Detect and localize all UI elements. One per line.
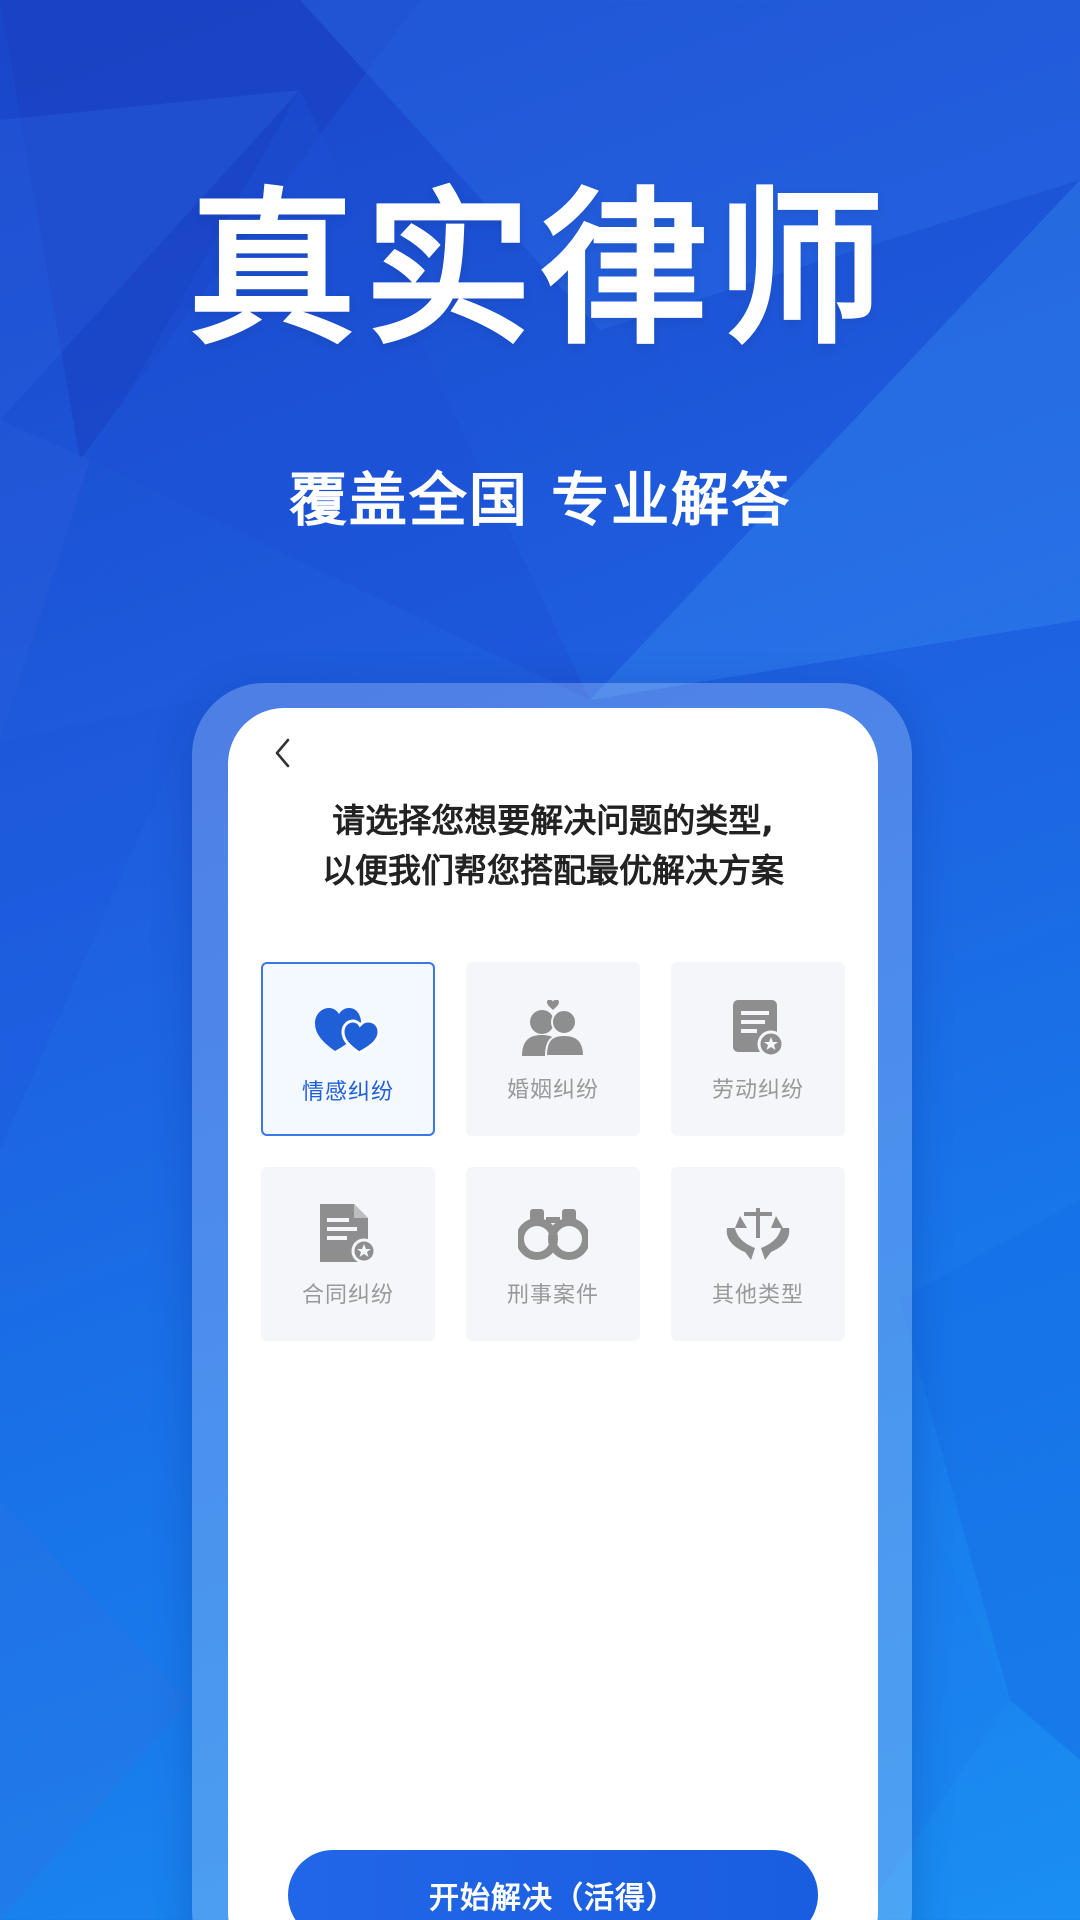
category-label: 刑事案件 <box>506 1283 599 1308</box>
category-label: 合同纠纷 <box>301 1283 394 1308</box>
category-card-emotional[interactable]: 情感纠纷 <box>261 962 435 1136</box>
prompt-line-2: 以便我们帮您搭配最优解决方案 <box>322 851 784 890</box>
category-label: 其他类型 <box>711 1283 804 1308</box>
hero-subtitle: 覆盖全国 专业解答 <box>288 466 792 534</box>
contract-icon <box>320 1204 377 1264</box>
category-label: 劳动纠纷 <box>711 1078 804 1103</box>
hero-title: 真实律师 <box>188 172 892 368</box>
hearts-icon <box>315 1008 381 1055</box>
couple-icon <box>522 1000 586 1056</box>
category-card-marriage[interactable]: 婚姻纠纷 <box>466 962 640 1136</box>
document-badge-icon <box>733 1000 785 1058</box>
category-label: 婚姻纠纷 <box>506 1078 599 1103</box>
category-prompt: 请选择您想要解决问题的类型, 以便我们帮您搭配最优解决方案 <box>228 796 878 896</box>
category-card-other[interactable]: 其他类型 <box>671 1167 845 1341</box>
scales-icon <box>726 1208 790 1260</box>
category-card-contract[interactable]: 合同纠纷 <box>261 1167 435 1341</box>
category-card-labor[interactable]: 劳动纠纷 <box>671 962 845 1136</box>
category-label: 情感纠纷 <box>301 1080 394 1105</box>
back-button[interactable] <box>258 728 308 778</box>
prompt-line-1: 请选择您想要解决问题的类型, <box>332 801 774 840</box>
start-button[interactable]: 开始解决（活得） <box>288 1850 818 1920</box>
chevron-left-icon <box>275 738 290 768</box>
category-card-criminal[interactable]: 刑事案件 <box>466 1167 640 1341</box>
handcuffs-icon <box>518 1209 588 1260</box>
phone-screen: 请选择您想要解决问题的类型, 以便我们帮您搭配最优解决方案 情感纠纷 婚姻纠纷 … <box>228 708 878 1920</box>
